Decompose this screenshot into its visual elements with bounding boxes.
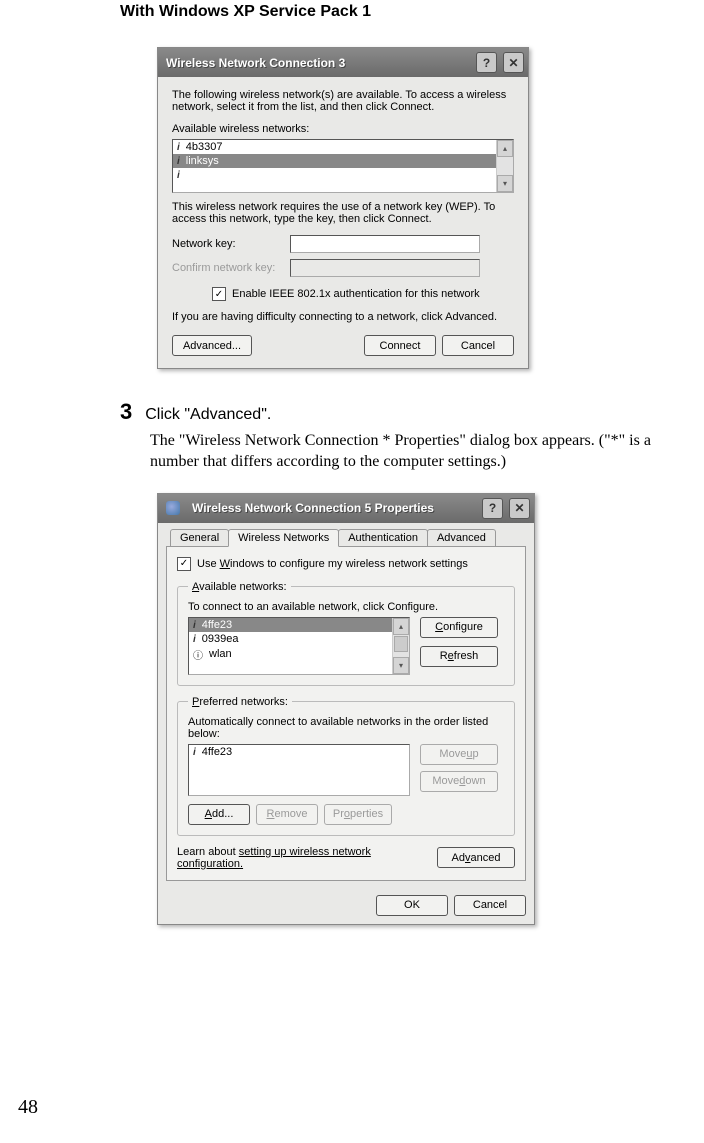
antenna-icon (193, 619, 196, 631)
antenna-icon (193, 633, 196, 645)
network-key-label: Network key: (172, 238, 290, 250)
network-name: 0939ea (202, 633, 239, 645)
list-item[interactable] (173, 168, 513, 182)
list-item[interactable]: linksys (173, 154, 513, 168)
configure-button[interactable]: Configure (420, 617, 498, 638)
connect-button[interactable]: Connect (364, 335, 436, 356)
available-networks-fieldset: Available networks: To connect to an ava… (177, 581, 515, 686)
cancel-button[interactable]: Cancel (454, 895, 526, 916)
tab-wireless-networks[interactable]: Wireless Networks (228, 529, 339, 547)
list-item[interactable]: ⓘ wlan (189, 646, 409, 663)
scroll-down-icon[interactable]: ▾ (393, 657, 409, 674)
confirm-key-label: Confirm network key: (172, 262, 290, 274)
antenna-icon (177, 169, 180, 181)
body-text: The "Wireless Network Connection * Prope… (150, 431, 674, 473)
tab-general[interactable]: General (170, 529, 229, 546)
antenna-icon (177, 155, 180, 167)
available-legend: Available networks: (188, 581, 291, 593)
confirm-key-input (290, 259, 480, 277)
available-networks-list[interactable]: 4b3307 linksys ▴ ▾ (172, 139, 514, 193)
difficulty-text: If you are having difficulty connecting … (172, 311, 514, 323)
advanced-button[interactable]: Advanced (437, 847, 515, 868)
available-label: Available wireless networks: (172, 123, 514, 135)
scroll-up-icon[interactable]: ▴ (393, 618, 409, 635)
list-item[interactable]: 4ffe23 (189, 618, 409, 632)
move-down-button: Move down (420, 771, 498, 792)
titlebar: Wireless Network Connection 5 Properties… (158, 494, 534, 523)
tab-advanced[interactable]: Advanced (427, 529, 496, 546)
properties-button: Properties (324, 804, 392, 825)
antenna-icon (177, 141, 180, 153)
network-name: linksys (186, 155, 219, 167)
move-up-button: Move up (420, 744, 498, 765)
titlebar: Wireless Network Connection 3 ? ✕ (158, 48, 528, 77)
antenna-icon (193, 746, 196, 758)
available-networks-list[interactable]: 4ffe23 0939ea ⓘ wlan (188, 617, 410, 675)
ok-button[interactable]: OK (376, 895, 448, 916)
available-hint: To connect to an available network, clic… (188, 601, 504, 613)
wep-hint: This wireless network requires the use o… (172, 201, 514, 225)
preferred-hint: Automatically connect to available netwo… (188, 716, 504, 740)
remove-button: Remove (256, 804, 318, 825)
network-name: 4ffe23 (202, 619, 232, 631)
page-number: 48 (18, 1096, 38, 1119)
help-icon[interactable]: ? (476, 52, 497, 73)
preferred-networks-list[interactable]: 4ffe23 (188, 744, 410, 796)
dialog-title: Wireless Network Connection 3 (166, 56, 470, 70)
close-icon[interactable]: ✕ (503, 52, 524, 73)
tab-authentication[interactable]: Authentication (338, 529, 428, 546)
cancel-button[interactable]: Cancel (442, 335, 514, 356)
close-icon[interactable]: ✕ (509, 498, 530, 519)
antenna-icon: ⓘ (193, 647, 203, 662)
use-windows-checkbox[interactable]: ✓ (177, 557, 191, 571)
preferred-legend: Preferred networks: (188, 696, 292, 708)
advanced-button[interactable]: Advanced... (172, 335, 252, 356)
list-item[interactable]: 4ffe23 (189, 745, 409, 759)
properties-dialog: Wireless Network Connection 5 Properties… (157, 493, 535, 925)
learn-text: Learn about setting up wireless network … (177, 846, 437, 870)
ieee-label: Enable IEEE 802.1x authentication for th… (232, 288, 480, 300)
network-name: 4b3307 (186, 141, 223, 153)
use-windows-label: Use Windows to configure my wireless net… (197, 558, 468, 570)
add-button[interactable]: Add... (188, 804, 250, 825)
preferred-networks-fieldset: Preferred networks: Automatically connec… (177, 696, 515, 836)
page-heading: With Windows XP Service Pack 1 (120, 3, 674, 21)
list-item[interactable]: 4b3307 (173, 140, 513, 154)
list-item[interactable]: 0939ea (189, 632, 409, 646)
scroll-up-icon[interactable]: ▴ (497, 140, 513, 157)
network-name: wlan (209, 648, 232, 660)
scrollbar[interactable]: ▴ ▾ (392, 618, 409, 674)
step-instruction: Click "Advanced". (145, 406, 271, 424)
network-name: 4ffe23 (202, 746, 232, 758)
scrollbar[interactable]: ▴ ▾ (496, 140, 513, 192)
network-key-input[interactable] (290, 235, 480, 253)
refresh-button[interactable]: Refresh (420, 646, 498, 667)
dialog-title: Wireless Network Connection 5 Properties (192, 501, 476, 515)
ieee-checkbox[interactable]: ✓ (212, 287, 226, 301)
help-icon[interactable]: ? (482, 498, 503, 519)
scroll-down-icon[interactable]: ▾ (497, 175, 513, 192)
wireless-connection-dialog: Wireless Network Connection 3 ? ✕ The fo… (157, 47, 529, 369)
intro-text: The following wireless network(s) are av… (172, 89, 514, 113)
step-number: 3 (120, 399, 132, 425)
wireless-icon (166, 501, 180, 515)
scroll-thumb[interactable] (394, 636, 408, 652)
